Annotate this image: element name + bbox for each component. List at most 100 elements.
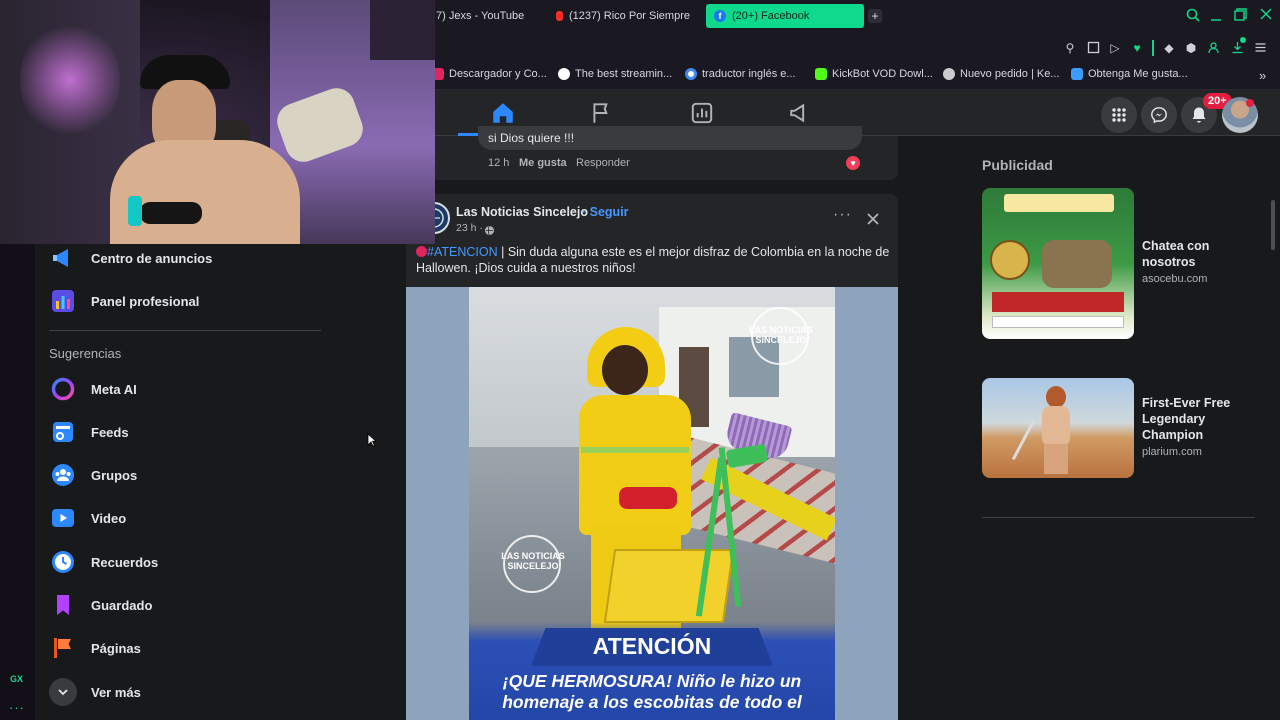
image-caption-line1: ¡QUE HERMOSURA! Niño le hizo un	[502, 671, 802, 691]
ad-image-asocebu[interactable]	[982, 188, 1134, 339]
watermark-line1: LAS NOTICIAS	[501, 551, 565, 561]
groups-icon	[49, 461, 77, 489]
bookmark-label: Descargador y Co...	[449, 68, 547, 80]
clock-icon	[49, 548, 77, 576]
toolbar-separator	[1152, 40, 1154, 56]
bookmark-item[interactable]: Descargador y Co...	[432, 68, 547, 80]
search-tabs-icon[interactable]	[1186, 8, 1200, 24]
ad-headline[interactable]: First-Ever Free Legendary Champion	[1142, 395, 1262, 443]
player-icon[interactable]: ▷	[1108, 41, 1122, 55]
bookmark-item[interactable]: The best streamin...	[558, 68, 672, 80]
post-options-icon[interactable]: ···	[833, 207, 852, 223]
chevron-down-icon	[49, 678, 77, 706]
scrollbar-thumb[interactable]	[1271, 200, 1275, 250]
follow-link[interactable]: · Seguir	[582, 205, 629, 219]
restore-icon[interactable]	[1234, 8, 1247, 23]
comment-like-link[interactable]: Me gusta	[519, 157, 567, 169]
bookmark-label: The best streamin...	[575, 68, 673, 80]
post-hashtag[interactable]: #ATENCION	[427, 245, 498, 259]
post-page-name[interactable]: Las Noticias Sincelejo	[456, 205, 588, 219]
menu-item-feeds[interactable]: Feeds	[49, 418, 129, 446]
bookmarks-overflow-icon[interactable]: »	[1259, 68, 1266, 83]
bookmark-icon	[49, 591, 77, 619]
menu-item-label: Panel profesional	[91, 293, 200, 309]
post-time[interactable]: 23 h ·	[456, 222, 483, 234]
bookmark-item[interactable]: traductor inglés e...	[685, 68, 796, 80]
google-icon	[685, 68, 697, 80]
more-options-icon[interactable]: ···	[9, 700, 25, 715]
pages-flag-icon[interactable]	[589, 100, 615, 126]
menu-item-label: Ver más	[91, 684, 141, 700]
menu-icon[interactable]	[1253, 41, 1267, 55]
plus-icon[interactable]: +	[868, 9, 882, 23]
right-divider	[982, 517, 1255, 518]
tab-facebook[interactable]: f (20+) Facebook	[706, 4, 864, 28]
bookmark-favicon-icon	[815, 68, 827, 80]
comment-reply-link[interactable]: Responder	[576, 157, 630, 169]
menu-item-saved[interactable]: Guardado	[49, 591, 152, 619]
menu-item-meta-ai[interactable]: Meta AI	[49, 375, 137, 403]
menu-item-label: Recuerdos	[91, 554, 159, 570]
ads-megaphone-icon[interactable]	[788, 100, 814, 126]
opera-sidebar	[0, 244, 35, 720]
insights-icon[interactable]	[689, 100, 715, 126]
menu-item-ads-center[interactable]: Centro de anuncios	[49, 244, 212, 272]
download-icon[interactable]	[1230, 41, 1244, 55]
hide-post-close-icon[interactable]	[866, 212, 880, 231]
post-text: #ATENCION | Sin duda alguna este es el m…	[416, 244, 890, 276]
close-window-icon[interactable]	[1260, 8, 1272, 22]
facebook-icon: f	[714, 10, 726, 22]
bookmark-item[interactable]: Obtenga Me gusta...	[1071, 68, 1188, 80]
menu-item-label: Grupos	[91, 467, 138, 483]
webcam-overlay	[0, 0, 435, 244]
bookmark-favicon-icon	[943, 68, 955, 80]
gx-badge[interactable]: GX	[10, 674, 23, 684]
home-icon[interactable]	[490, 100, 516, 126]
ad-image-plarium[interactable]	[982, 378, 1134, 478]
puzzle-icon[interactable]: ⬢	[1184, 41, 1198, 55]
menu-item-see-more[interactable]: Ver más	[49, 678, 141, 706]
ad-domain: plarium.com	[1142, 446, 1202, 458]
watermark-line1: LAS NOTICIAS	[749, 325, 813, 335]
image-caption: ¡QUE HERMOSURA! Niño le hizo un homenaje…	[469, 671, 835, 713]
bookmark-item[interactable]: Nuevo pedido | Ke...	[943, 68, 1059, 80]
menu-item-professional-dashboard[interactable]: Panel profesional	[49, 287, 199, 315]
bookmark-label: traductor inglés e...	[702, 68, 796, 80]
globe-icon	[484, 223, 495, 241]
flag-icon	[49, 634, 77, 662]
red-circle-emoji-icon	[416, 246, 427, 257]
menu-item-video[interactable]: Video	[49, 504, 126, 532]
image-watermark: LAS NOTICIAS SINCELEJO	[741, 325, 821, 345]
extension-icon[interactable]: ◆	[1162, 41, 1176, 55]
account-icon[interactable]	[1206, 41, 1220, 55]
menu-item-pages[interactable]: Páginas	[49, 634, 141, 662]
post-image[interactable]: LAS NOTICIAS SINCELEJO LAS NOTICIAS SINC…	[469, 287, 835, 720]
menu-item-memories[interactable]: Recuerdos	[49, 548, 158, 576]
megaphone-icon	[49, 244, 77, 272]
image-banner: ATENCIÓN	[592, 633, 712, 659]
messenger-icon[interactable]	[1141, 97, 1177, 133]
menu-item-groups[interactable]: Grupos	[49, 461, 137, 489]
watermark-line2: SINCELEJO	[755, 335, 807, 345]
tab-youtube-rico[interactable]: (1237) Rico Por Siempre	[548, 4, 698, 28]
ad-headline[interactable]: Chatea con nosotros	[1142, 238, 1262, 270]
bookmark-label: KickBot VOD Dowl...	[832, 68, 933, 80]
bookmark-item[interactable]: KickBot VOD Dowl...	[815, 68, 933, 80]
menu-item-label: Páginas	[91, 640, 141, 656]
pin-icon[interactable]: ⚲	[1063, 41, 1077, 55]
youtube-icon	[556, 11, 563, 21]
menu-divider	[49, 330, 321, 331]
avatar-status-dot	[1246, 99, 1254, 107]
minimize-icon[interactable]	[1210, 8, 1222, 24]
snapshot-icon[interactable]	[1086, 41, 1100, 55]
menu-grid-icon[interactable]	[1101, 97, 1137, 133]
menu-item-label: Meta AI	[91, 381, 137, 397]
download-dot-icon	[1240, 37, 1246, 43]
bookmark-label: Nuevo pedido | Ke...	[960, 68, 1060, 80]
tab-youtube-jexs[interactable]: 7) Jexs - YouTube	[428, 4, 548, 28]
heart-icon[interactable]: ♥	[1130, 41, 1144, 55]
image-watermark-2: LAS NOTICIAS SINCELEJO	[493, 551, 573, 571]
tab-title: (1237) Rico Por Siempre	[568, 10, 690, 22]
ad-domain: asocebu.com	[1142, 273, 1208, 285]
menu-item-label: Feeds	[91, 424, 129, 440]
